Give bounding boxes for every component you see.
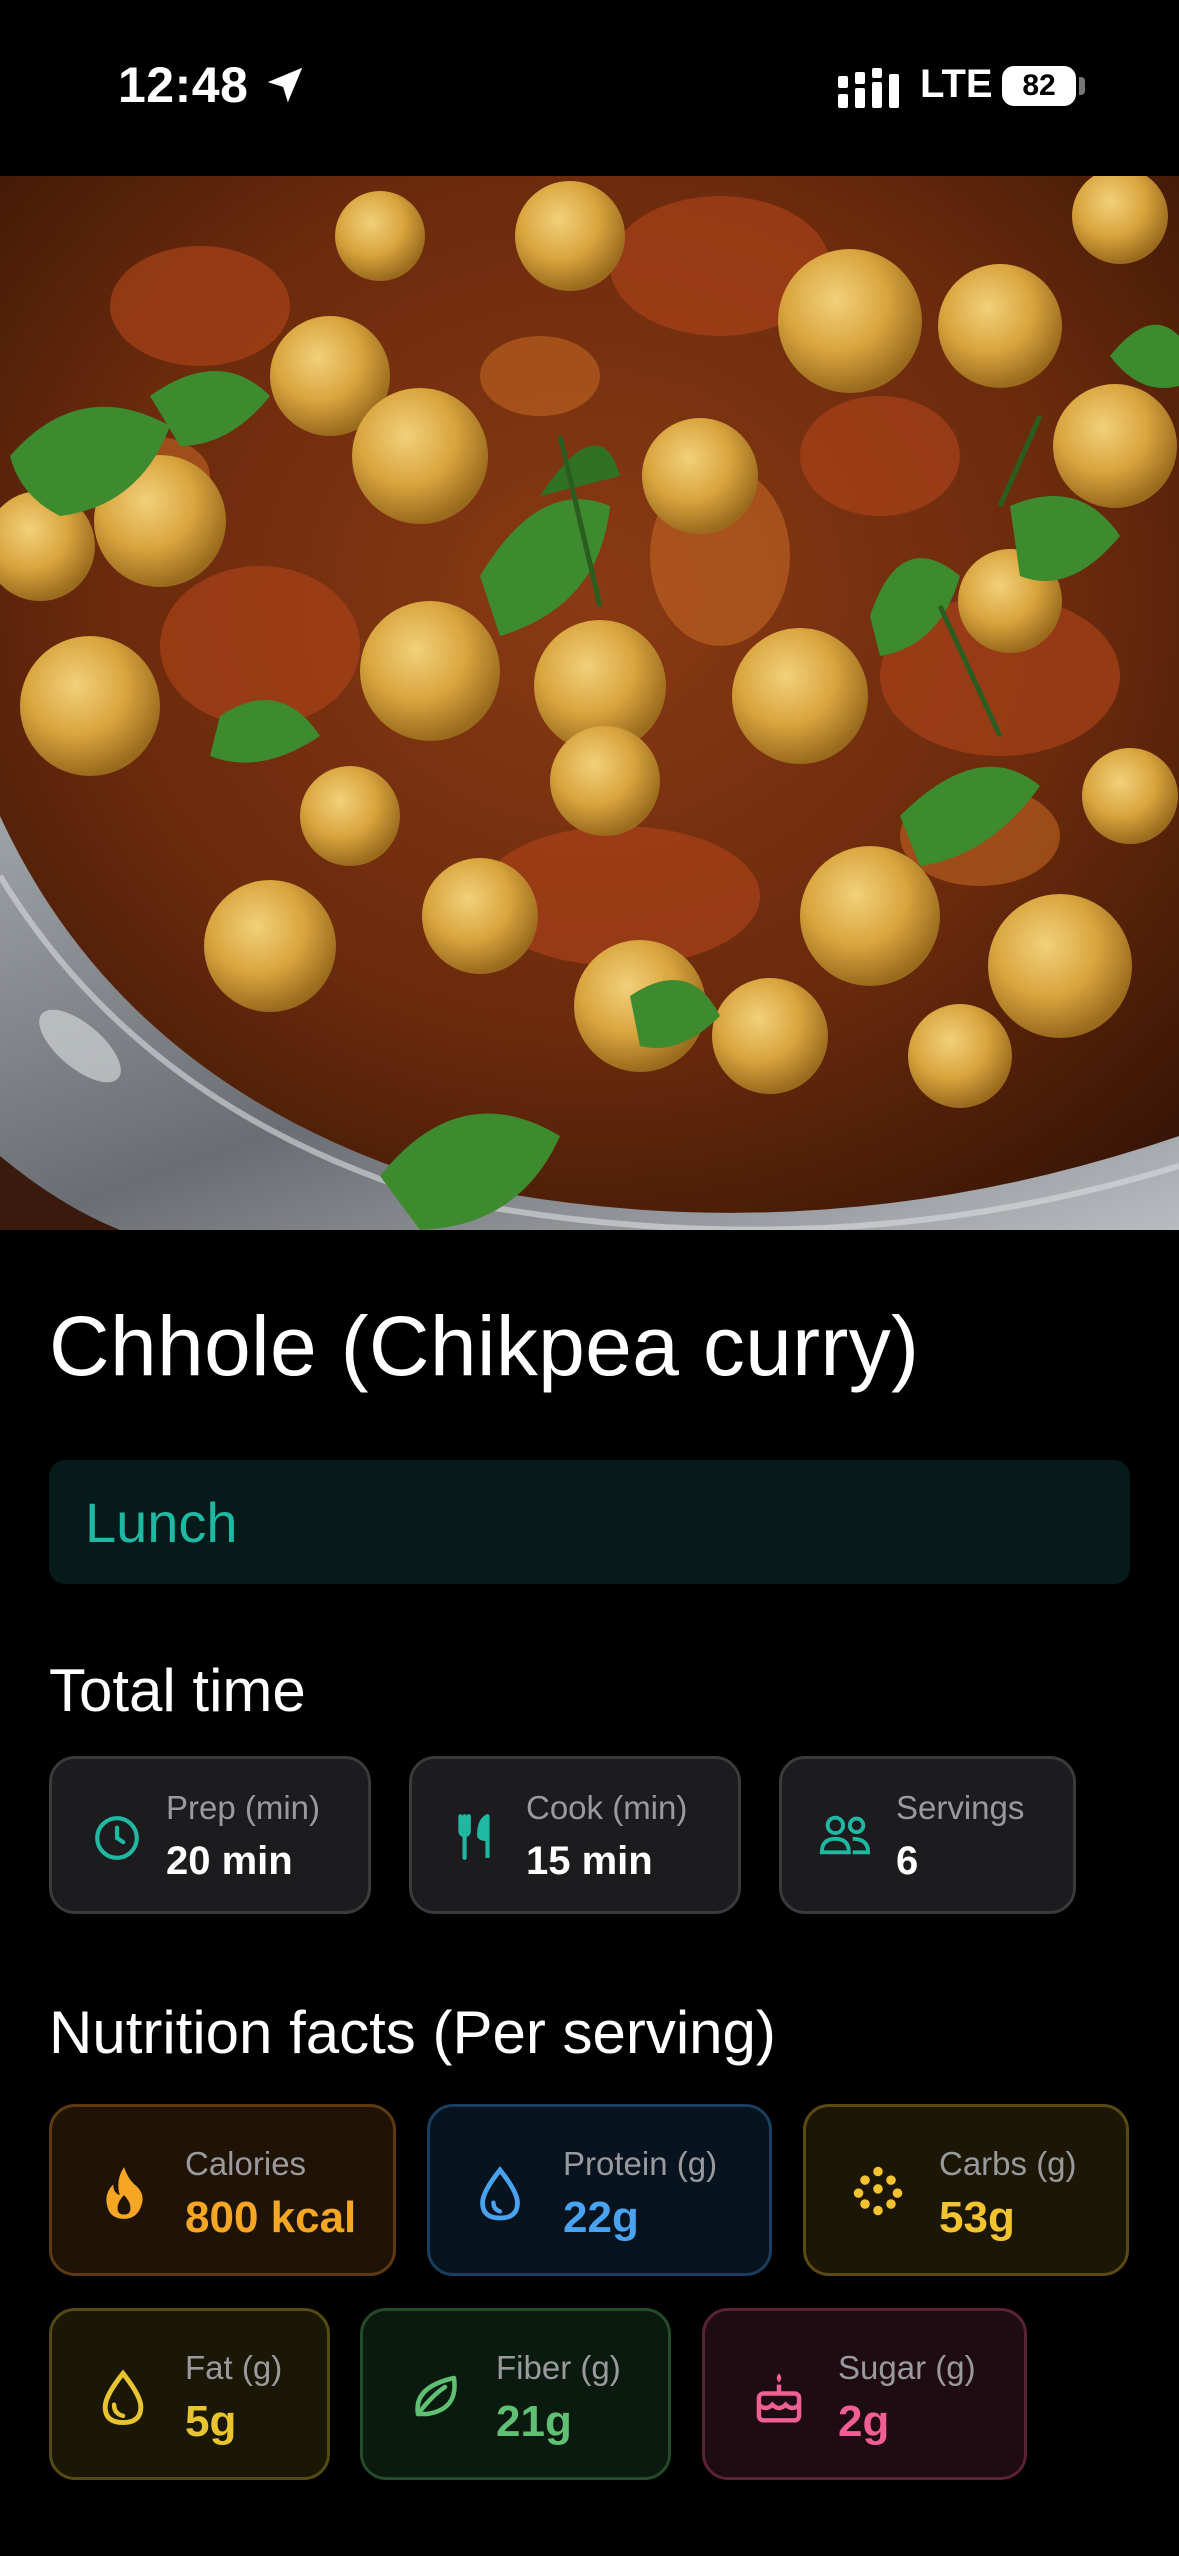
- fiber-value: 21g: [496, 2397, 572, 2446]
- carbs-value: 53g: [939, 2193, 1015, 2242]
- cook-time-card: Cook (min) 15 min: [409, 1756, 741, 1914]
- fat-label: Fat (g): [185, 2349, 283, 2386]
- carbs-label: Carbs (g): [939, 2145, 1077, 2182]
- nutrition-heading: Nutrition facts (Per serving): [49, 1999, 776, 2066]
- recipe-hero-image: [0, 176, 1179, 1230]
- flame-icon: [106, 2167, 143, 2219]
- battery-icon: 82: [1002, 66, 1076, 106]
- battery-tip: [1079, 77, 1085, 95]
- leaf-icon: [415, 2375, 457, 2417]
- protein-value: 22g: [563, 2193, 639, 2242]
- status-bar: 12:48 LTE 82: [0, 0, 1179, 176]
- sugar-value: 2g: [838, 2397, 890, 2446]
- oil-drop-icon: [102, 2369, 144, 2425]
- utensils-icon: [458, 1814, 490, 1860]
- cook-time-value: 15 min: [526, 1839, 653, 1883]
- cook-time-label: Cook (min): [526, 1789, 688, 1826]
- droplet-icon: [480, 2166, 520, 2221]
- grains-icon: [853, 2166, 903, 2216]
- protein-label: Protein (g): [563, 2145, 718, 2182]
- cake-icon: [756, 2373, 802, 2423]
- fiber-label: Fiber (g): [496, 2349, 621, 2386]
- meal-type-tag[interactable]: Lunch: [49, 1460, 1130, 1584]
- total-time-heading: Total time: [49, 1657, 306, 1724]
- servings-label: Servings: [896, 1789, 1025, 1826]
- protein-card: Protein (g) 22g: [427, 2104, 772, 2276]
- prep-time-card: Prep (min) 20 min: [49, 1756, 371, 1914]
- fat-card: Fat (g) 5g: [49, 2308, 330, 2480]
- carbs-card: Carbs (g) 53g: [803, 2104, 1129, 2276]
- sugar-label: Sugar (g): [838, 2349, 976, 2386]
- calories-label: Calories: [185, 2145, 307, 2182]
- prep-time-label: Prep (min): [166, 1789, 321, 1826]
- clock-icon: [95, 1816, 139, 1860]
- recipe-detail-screen: 12:48 LTE 82 Chhole (Chikpea curry) Lunc…: [0, 0, 1179, 2556]
- location-arrow-icon: [267, 67, 303, 103]
- network-type: LTE: [920, 62, 993, 106]
- calories-value: 800 kcal: [185, 2193, 357, 2242]
- signal-icon: [838, 68, 899, 108]
- prep-time-value: 20 min: [166, 1839, 293, 1883]
- sugar-card: Sugar (g) 2g: [702, 2308, 1027, 2480]
- meal-type-label: Lunch: [85, 1491, 238, 1554]
- recipe-title: Chhole (Chikpea curry): [49, 1299, 920, 1393]
- servings-card: Servings 6: [779, 1756, 1076, 1914]
- fiber-card: Fiber (g) 21g: [360, 2308, 671, 2480]
- servings-value: 6: [896, 1839, 919, 1883]
- people-icon: [819, 1815, 871, 1855]
- calories-card: Calories 800 kcal: [49, 2104, 396, 2276]
- fat-value: 5g: [185, 2397, 237, 2446]
- status-time: 12:48: [118, 57, 249, 113]
